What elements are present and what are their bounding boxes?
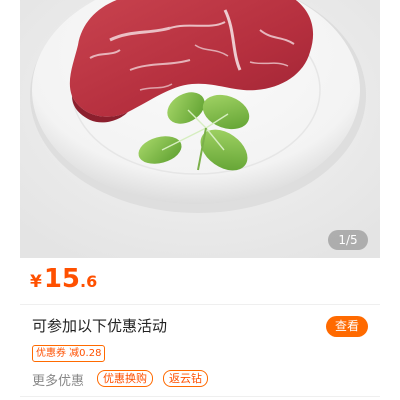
price-decimal: .6	[80, 272, 98, 291]
price-integer: 15	[43, 264, 81, 294]
promotions-title: 可参加以下优惠活动	[32, 317, 168, 335]
currency-symbol: ¥	[30, 272, 42, 292]
coupon-badge[interactable]: 优惠券 减0.28	[32, 345, 106, 362]
view-promotions-button[interactable]: 查看	[326, 316, 368, 337]
more-promotions-label: 更多优惠	[32, 374, 85, 389]
divider	[20, 304, 380, 305]
price: ¥ 15 .6	[30, 264, 97, 298]
image-counter: 1/5	[328, 230, 368, 250]
product-photo	[20, 0, 380, 258]
promo-tag-cloud-diamond[interactable]: 返云钻	[163, 370, 208, 387]
product-image-gallery[interactable]: 1/5	[20, 0, 380, 258]
divider	[20, 396, 380, 397]
promo-tag-trade-in[interactable]: 优惠换购	[97, 370, 153, 387]
